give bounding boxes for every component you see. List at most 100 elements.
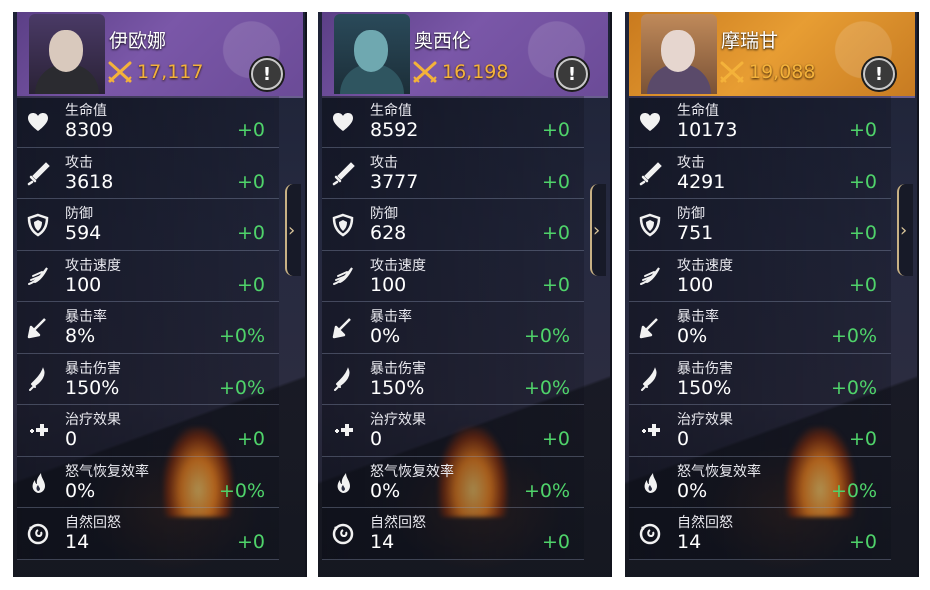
stat-row[interactable]: 暴击伤害 150% +0% (629, 353, 891, 405)
crit-arrow-icon (25, 315, 51, 341)
stat-row[interactable]: 攻击 4291 +0 (629, 147, 891, 199)
alert-icon[interactable]: ! (556, 58, 588, 90)
stat-row[interactable]: 自然回怒 14 +0 (322, 508, 584, 560)
stat-bonus: +0 (236, 119, 265, 141)
wing-icon (25, 264, 51, 290)
sword-icon (330, 161, 356, 187)
stat-label: 自然回怒 (370, 515, 426, 531)
stat-row[interactable]: 防御 751 +0 (629, 199, 891, 251)
stat-bonus: +0 (848, 273, 877, 296)
expand-tab[interactable]: › (590, 184, 606, 276)
stat-value: 0% (370, 479, 401, 502)
stat-label: 怒气恢复效率 (677, 463, 761, 480)
stat-label: 治疗效果 (65, 412, 121, 428)
stat-bonus: +0 (541, 531, 570, 553)
blade-icon (25, 366, 51, 393)
stat-row[interactable]: 暴击率 0% +0% (322, 302, 584, 354)
stat-value: 0 (677, 428, 690, 450)
hero-name: 摩瑞甘 (721, 30, 779, 52)
stat-bonus: +0 (541, 273, 570, 296)
stat-value: 150% (65, 376, 120, 399)
crossed-swords-icon (108, 61, 132, 83)
stat-value: 100 (370, 273, 407, 296)
stat-row[interactable]: 自然回怒 14 +0 (17, 508, 279, 560)
stat-row[interactable]: 攻击速度 100 +0 (629, 250, 891, 302)
stat-label: 怒气恢复效率 (65, 463, 149, 480)
stat-bonus: +0% (218, 325, 265, 347)
regen-swirl-icon (25, 521, 51, 547)
stat-label: 生命值 (370, 103, 412, 119)
stat-label: 自然回怒 (677, 515, 733, 531)
stat-value: 0 (65, 428, 78, 450)
stat-bonus: +0 (236, 273, 265, 296)
stat-bonus: +0 (236, 222, 265, 244)
stat-row[interactable]: 自然回怒 14 +0 (629, 508, 891, 560)
stat-value: 100 (677, 273, 714, 296)
hero-portrait (29, 14, 105, 94)
stat-value: 0% (370, 325, 401, 347)
stat-bonus: +0 (848, 170, 877, 193)
stat-row[interactable]: 攻击速度 100 +0 (322, 250, 584, 302)
hero-panel-2: 奥西伦 16,198 ! 生命值 8592 +0 攻击 3777 +0 防御 628 +0 攻击速… (318, 12, 612, 577)
stat-row[interactable]: 防御 594 +0 (17, 199, 279, 251)
hero-panel-1: 伊欧娜 17,117 ! 生命值 8309 +0 攻击 3618 +0 防御 594 +0 攻击速… (13, 12, 307, 577)
heal-plus-icon (330, 418, 356, 444)
crit-arrow-icon (637, 315, 663, 341)
stat-bonus: +0% (218, 376, 265, 399)
stat-row[interactable]: 暴击伤害 150% +0% (322, 353, 584, 405)
stat-bonus: +0% (523, 479, 570, 502)
stat-label: 防御 (370, 206, 398, 222)
alert-icon[interactable]: ! (251, 58, 283, 90)
stat-label: 生命值 (65, 103, 107, 119)
blade-icon (330, 366, 356, 393)
stat-label: 生命值 (677, 103, 719, 119)
stat-row[interactable]: 怒气恢复效率 0% +0% (17, 456, 279, 508)
stat-row[interactable]: 攻击 3777 +0 (322, 147, 584, 199)
stat-row[interactable]: 生命值 8309 +0 (17, 96, 279, 148)
shield-icon (25, 212, 51, 238)
wing-icon (330, 264, 356, 290)
expand-tab[interactable]: › (285, 184, 301, 276)
stat-row[interactable]: 治疗效果 0 +0 (17, 405, 279, 457)
hero-power: 17,117 (107, 60, 203, 84)
power-value: 19,088 (749, 61, 816, 83)
stat-row[interactable]: 治疗效果 0 +0 (322, 405, 584, 457)
stat-label: 自然回怒 (65, 515, 121, 531)
alert-icon[interactable]: ! (863, 58, 895, 90)
hero-header[interactable]: 伊欧娜 17,117 ! (17, 12, 303, 98)
hero-header[interactable]: 奥西伦 16,198 ! (322, 12, 608, 98)
stat-list: 生命值 8309 +0 攻击 3618 +0 防御 594 +0 攻击速度 100 +0 暴击率 8% +0… (17, 96, 279, 560)
stat-label: 攻击速度 (65, 257, 121, 274)
stat-row[interactable]: 暴击伤害 150% +0% (17, 353, 279, 405)
crossed-swords-icon (413, 61, 437, 83)
stat-bonus: +0% (830, 479, 877, 502)
stat-value: 8592 (370, 119, 419, 141)
hero-name: 奥西伦 (414, 30, 472, 52)
stat-row[interactable]: 生命值 8592 +0 (322, 96, 584, 148)
stat-value: 0% (677, 479, 708, 502)
stat-label: 防御 (65, 206, 93, 222)
stat-row[interactable]: 怒气恢复效率 0% +0% (322, 456, 584, 508)
rage-flame-icon (330, 470, 356, 496)
stat-row[interactable]: 暴击率 0% +0% (629, 302, 891, 354)
stat-label: 暴击率 (65, 309, 107, 325)
hero-panel-3: 摩瑞甘 19,088 ! 生命值 10173 +0 攻击 4291 +0 防御 751 +0 攻击… (625, 12, 919, 577)
stat-value: 8% (65, 325, 96, 347)
stat-row[interactable]: 攻击 3618 +0 (17, 147, 279, 199)
stat-bonus: +0 (541, 119, 570, 141)
stat-row[interactable]: 暴击率 8% +0% (17, 302, 279, 354)
stat-bonus: +0 (848, 222, 877, 244)
wing-icon (637, 264, 663, 290)
stat-label: 攻击 (677, 154, 705, 171)
stat-row[interactable]: 生命值 10173 +0 (629, 96, 891, 148)
stat-row[interactable]: 防御 628 +0 (322, 199, 584, 251)
heart-icon (25, 109, 51, 135)
stat-label: 暴击伤害 (677, 360, 733, 377)
stat-row[interactable]: 怒气恢复效率 0% +0% (629, 456, 891, 508)
hero-header[interactable]: 摩瑞甘 19,088 ! (629, 12, 915, 98)
expand-tab[interactable]: › (897, 184, 913, 276)
stat-row[interactable]: 治疗效果 0 +0 (629, 405, 891, 457)
stat-row[interactable]: 攻击速度 100 +0 (17, 250, 279, 302)
stat-bonus: +0 (541, 428, 570, 450)
stat-value: 4291 (677, 170, 726, 193)
